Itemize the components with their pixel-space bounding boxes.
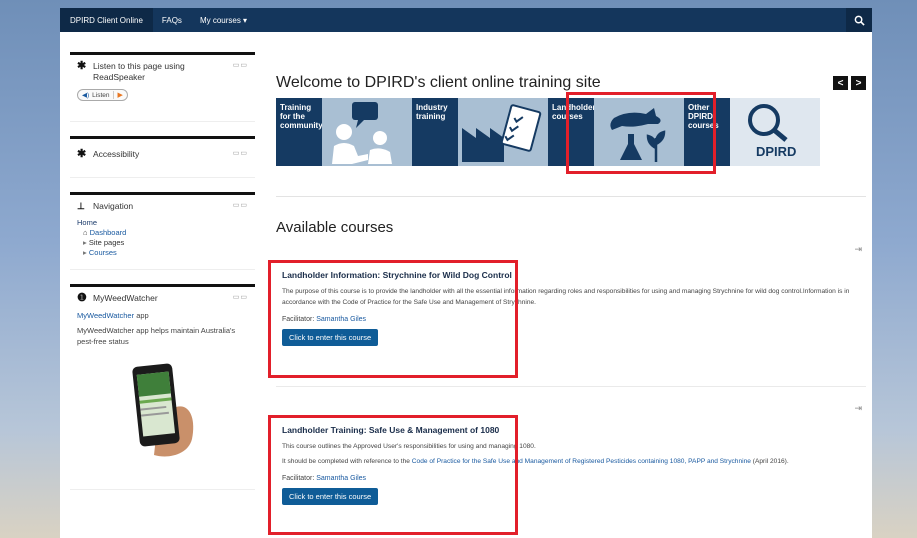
course-description: The purpose of this course is to provide…	[282, 288, 850, 306]
search-icon	[854, 15, 865, 26]
asterisk-icon: ✱	[77, 60, 87, 72]
top-navbar: DPIRD Client Online FAQs My courses ▾	[60, 8, 872, 32]
dashboard-icon: ⌂	[83, 228, 88, 237]
phone-app-image[interactable]	[128, 359, 198, 459]
listen-button[interactable]: ◀) Listen ▶	[77, 89, 128, 101]
navigation-title: Navigation	[93, 201, 134, 211]
enter-course-button[interactable]: Click to enter this course	[282, 329, 379, 346]
page: DPIRD Client Online FAQs My courses ▾ ✱ …	[60, 8, 872, 538]
tile-label: Landholder courses	[548, 98, 596, 166]
nav-faqs-link[interactable]: FAQs	[153, 8, 191, 32]
tile-training-community[interactable]: Training for the community	[276, 98, 412, 166]
block-controls-icon[interactable]: ▭▭	[233, 201, 248, 209]
readspeaker-title: Listen to this page using ReadSpeaker	[93, 61, 185, 82]
sitemap-icon: ⊥	[77, 201, 85, 211]
myweedwatcher-block: ❶ MyWeedWatcher ▭▭ MyWeedWatcher app MyW…	[70, 284, 255, 490]
factory-clipboard-icon	[458, 98, 548, 166]
enrol-icon[interactable]: ⇥	[854, 403, 862, 414]
course-description: This course outlines the Approved User's…	[282, 441, 860, 467]
carousel-next-button[interactable]: >	[851, 76, 866, 90]
search-button[interactable]	[846, 8, 872, 32]
carousel-prev-button[interactable]: <	[833, 76, 848, 90]
people-talking-icon	[322, 98, 412, 166]
tile-other-dpird-courses[interactable]: Other DPIRD courses DPIRD	[684, 98, 820, 166]
facilitator-label: Facilitator:	[282, 475, 317, 482]
myweedwatcher-link-suffix: app	[134, 311, 149, 320]
course-title-link[interactable]: Landholder Training: Safe Use & Manageme…	[282, 425, 860, 435]
tile-industry-training[interactable]: Industry training	[412, 98, 548, 166]
course-description-text: (April 2016).	[750, 458, 789, 465]
code-of-practice-link[interactable]: Code of Practice for the Safe Use and Ma…	[412, 458, 751, 465]
tile-label: Industry training	[412, 98, 458, 166]
main-content: Welcome to DPIRD's client online trainin…	[268, 52, 866, 535]
asterisk-icon: ✱	[77, 148, 87, 160]
dpird-logo-text: DPIRD	[756, 144, 797, 159]
facilitator-label: Facilitator:	[282, 316, 317, 323]
block-controls-icon[interactable]: ▭▭	[233, 293, 248, 301]
course-description-line: This course outlines the Approved User's…	[282, 443, 536, 450]
fox-flask-plant-icon	[594, 98, 684, 166]
nav-courses-link[interactable]: Courses	[89, 248, 117, 257]
speaker-icon: ◀)	[82, 92, 90, 99]
accessibility-block: ✱ Accessibility ▭▭	[70, 136, 255, 178]
accessibility-title[interactable]: Accessibility	[93, 149, 139, 160]
myweedwatcher-text: MyWeedWatcher app helps maintain Austral…	[77, 326, 236, 346]
navigation-block: ⊥ Navigation ▭▭ Home ⌂ Dashboard ▸ Site …	[70, 192, 255, 270]
tile-label: Other DPIRD courses	[684, 98, 730, 166]
enrol-icon[interactable]: ⇥	[854, 244, 862, 255]
left-sidebar: ✱ Listen to this page using ReadSpeaker …	[70, 52, 255, 504]
chevron-right-icon[interactable]: ▸	[83, 248, 87, 257]
course-card: ⇥ Landholder Training: Safe Use & Manage…	[268, 387, 866, 535]
welcome-title: Welcome to DPIRD's client online trainin…	[276, 74, 601, 91]
readspeaker-block: ✱ Listen to this page using ReadSpeaker …	[70, 52, 255, 122]
course-description-text: It should be completed with reference to…	[282, 458, 412, 465]
block-controls-icon[interactable]: ▭▭	[233, 149, 248, 157]
enter-course-button[interactable]: Click to enter this course	[282, 488, 379, 505]
chevron-right-icon[interactable]: ▸	[83, 238, 87, 247]
facilitator-link[interactable]: Samantha Giles	[316, 475, 366, 482]
listen-label: Listen	[92, 91, 110, 99]
myweedwatcher-link[interactable]: MyWeedWatcher	[77, 311, 134, 320]
course-card: ⇥ Landholder Information: Strychnine for…	[268, 244, 866, 378]
nav-brand-link[interactable]: DPIRD Client Online	[60, 8, 153, 32]
course-category-tiles: Training for the community Industry trai…	[276, 92, 866, 174]
info-icon: ❶	[77, 292, 87, 304]
nav-my-courses-dropdown[interactable]: My courses ▾	[191, 8, 256, 32]
myweedwatcher-title: MyWeedWatcher	[93, 293, 158, 303]
nav-home-link[interactable]: Home	[77, 218, 248, 228]
nav-site-pages[interactable]: Site pages	[89, 238, 124, 247]
nav-dashboard-link[interactable]: Dashboard	[90, 228, 127, 237]
tile-label: Training for the community	[276, 98, 323, 166]
facilitator-link[interactable]: Samantha Giles	[316, 316, 366, 323]
course-title-link[interactable]: Landholder Information: Strychnine for W…	[282, 270, 860, 280]
magnifier-logo-icon: DPIRD	[730, 98, 820, 166]
available-courses-heading: Available courses	[276, 219, 394, 236]
play-icon: ▶	[112, 91, 123, 99]
block-controls-icon[interactable]: ▭▭	[233, 61, 248, 69]
tile-landholder-courses[interactable]: Landholder courses	[548, 98, 684, 166]
